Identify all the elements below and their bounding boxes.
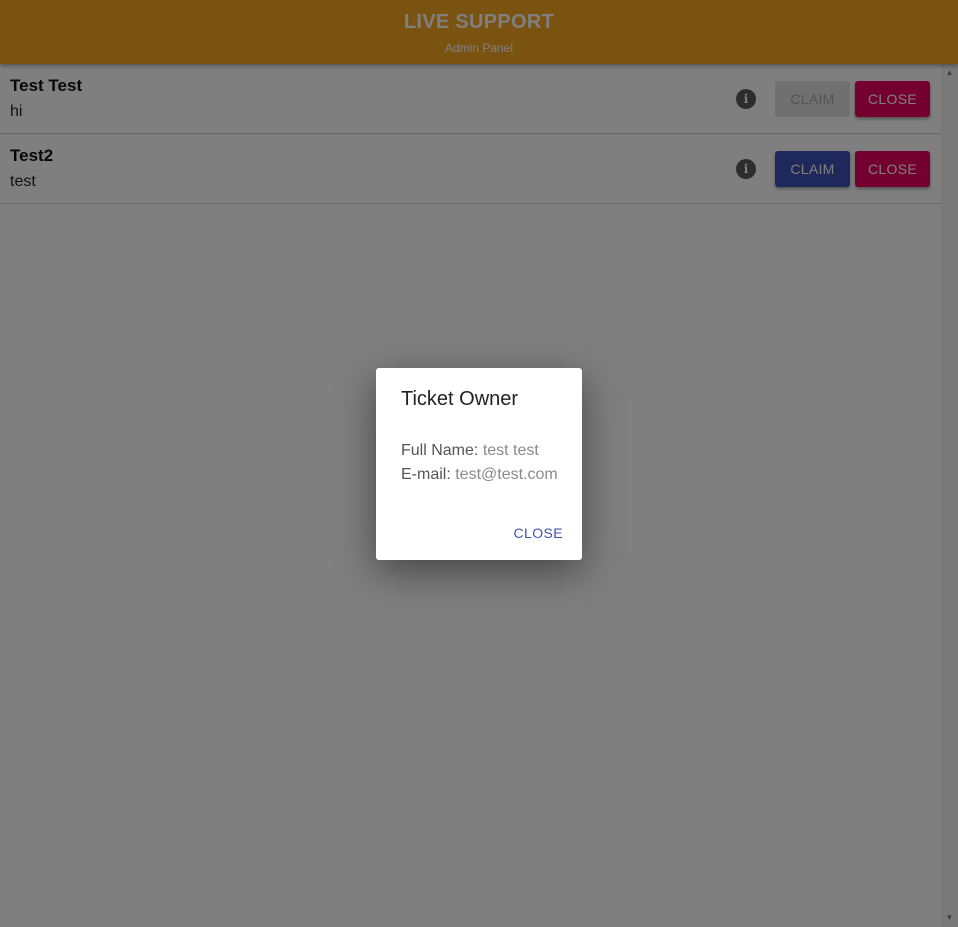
full-name-label: Full Name:: [401, 442, 479, 459]
dialog-close-button[interactable]: CLOSE: [514, 525, 563, 541]
ticket-owner-dialog: Ticket Owner Full Name: test test E-mail…: [376, 368, 582, 560]
dialog-title: Ticket Owner: [401, 388, 519, 410]
full-name-row: Full Name: test test: [401, 442, 539, 460]
email-label: E-mail:: [401, 466, 451, 483]
email-value: test@test.com: [455, 466, 558, 483]
full-name-value: test test: [482, 442, 539, 459]
app-window: LIVE SUPPORT Admin Panel Test Test hi i …: [0, 0, 958, 927]
email-row: E-mail: test@test.com: [401, 466, 558, 484]
